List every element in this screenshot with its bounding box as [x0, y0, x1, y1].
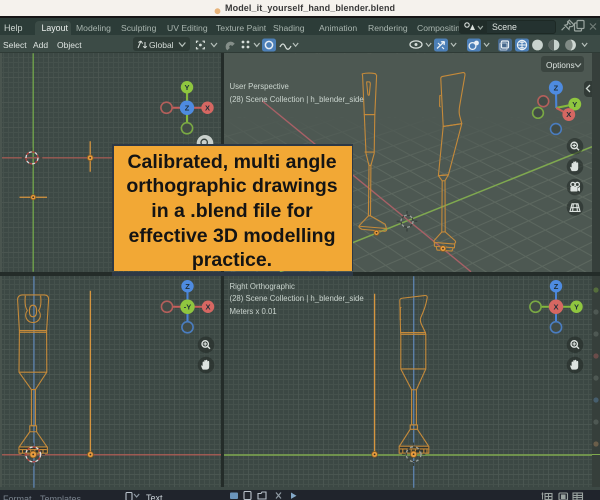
svg-text:Z: Z	[185, 103, 190, 112]
svg-text:Y: Y	[572, 100, 577, 109]
svg-text:X: X	[566, 110, 571, 119]
svg-text:-Y: -Y	[184, 302, 192, 311]
svg-text:Y: Y	[574, 302, 579, 311]
svg-text:Y: Y	[184, 83, 189, 92]
svg-text:Z: Z	[554, 83, 559, 92]
svg-text:X: X	[205, 302, 210, 311]
svg-text:X: X	[553, 302, 558, 311]
svg-text:Z: Z	[185, 281, 190, 290]
svg-text:X: X	[205, 103, 210, 112]
svg-text:Z: Z	[554, 281, 559, 290]
